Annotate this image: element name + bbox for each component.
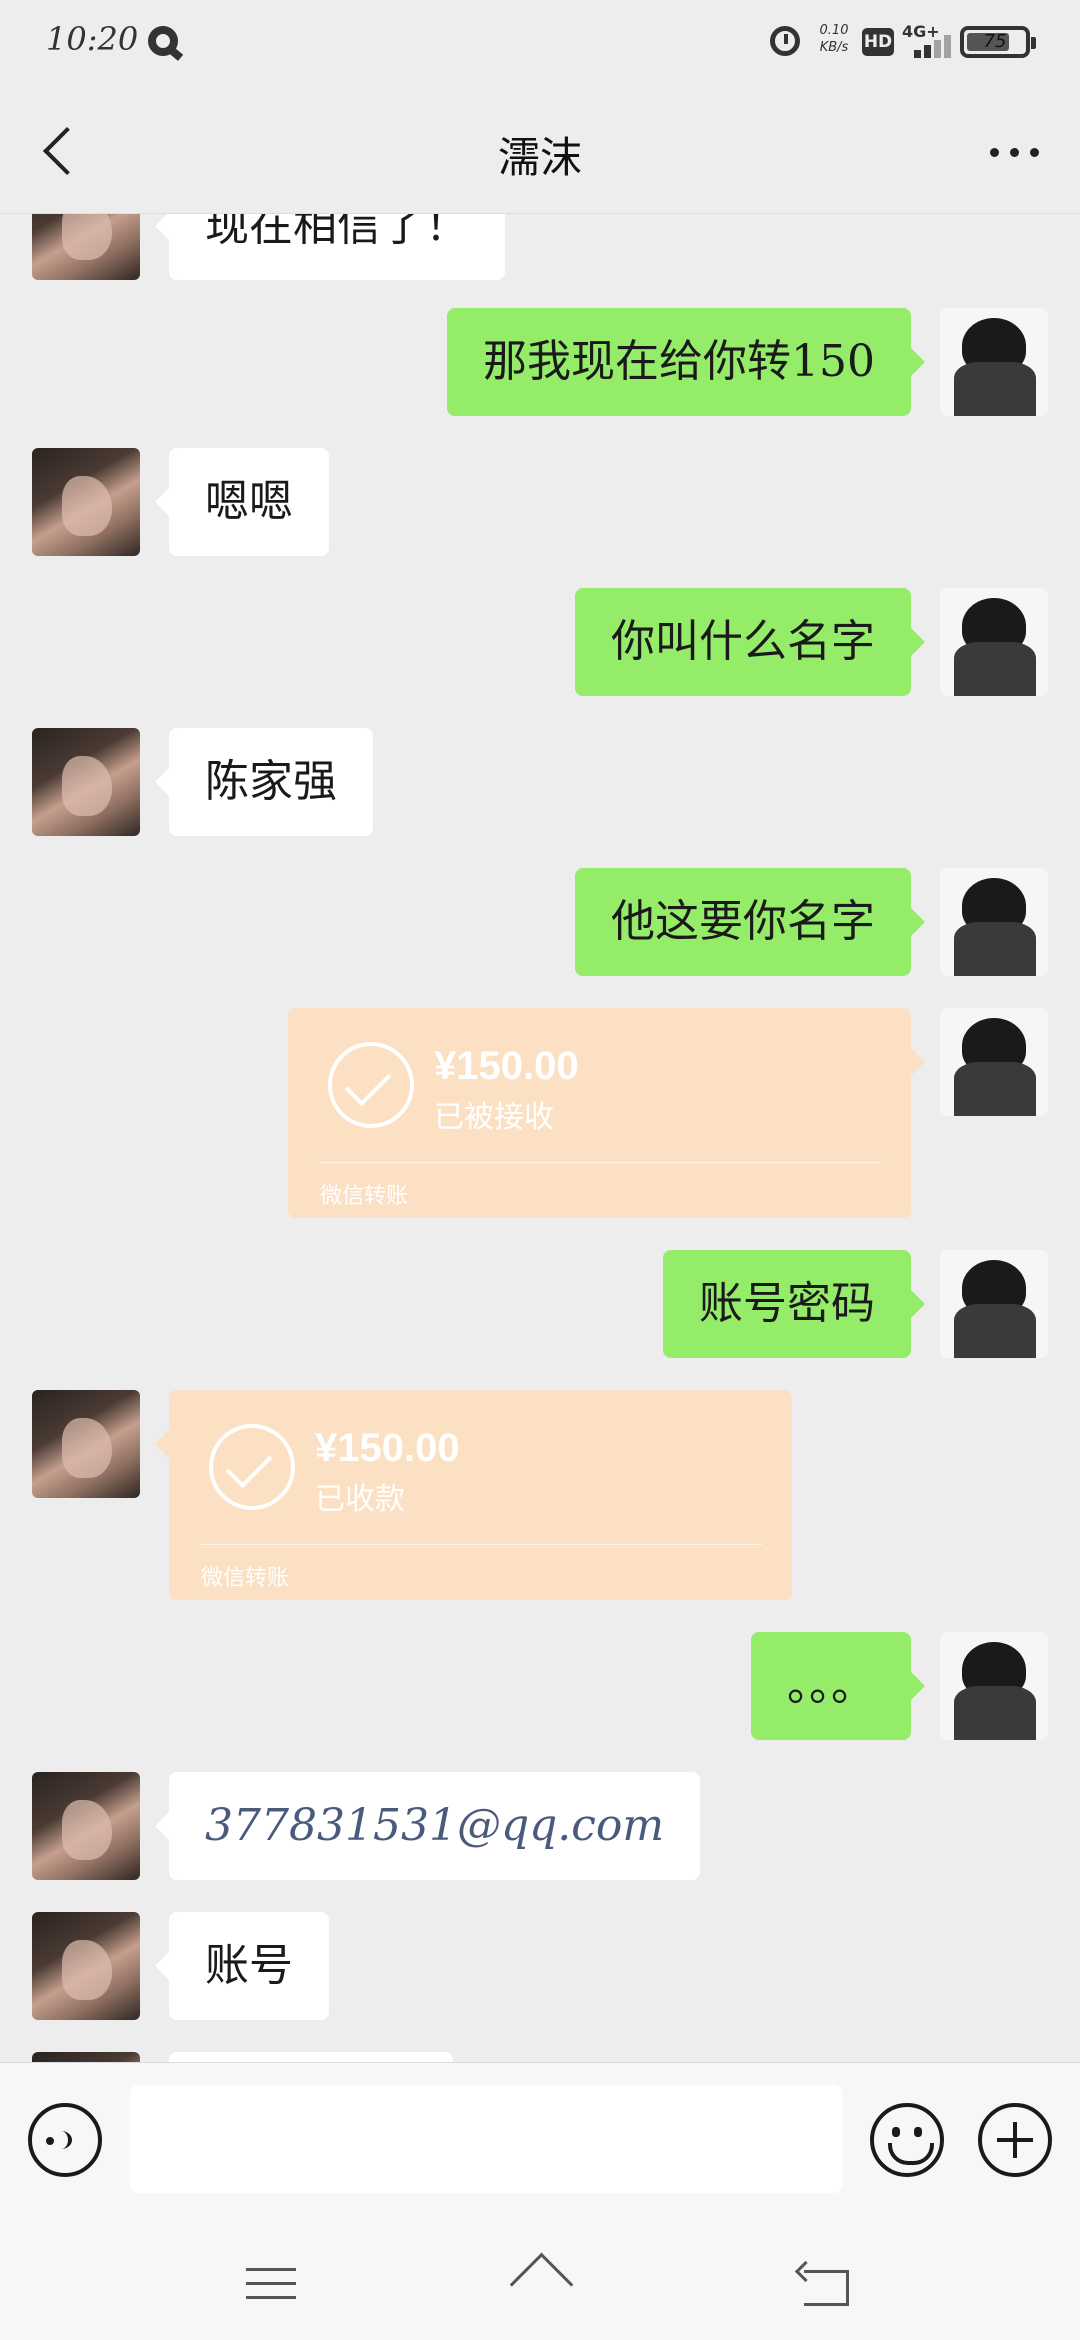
battery-icon: 75 bbox=[960, 26, 1036, 58]
status-bar: 10:20 0.10 KB/s HD 4G+ 75 bbox=[0, 0, 1080, 84]
hd-icon: HD bbox=[862, 28, 894, 56]
q-app-icon bbox=[148, 26, 178, 56]
system-navigation bbox=[0, 2216, 1080, 2340]
message-bubble[interactable]: 陈家强 bbox=[155, 728, 373, 836]
check-icon bbox=[328, 1042, 414, 1128]
message-bubble[interactable]: 377831531@qq.com bbox=[154, 1772, 701, 1880]
chat-header: 濡沫 bbox=[0, 84, 1080, 214]
my-avatar[interactable] bbox=[940, 868, 1048, 976]
net-speed-unit: KB/s bbox=[819, 40, 849, 55]
my-avatar[interactable] bbox=[940, 1008, 1048, 1116]
contact-avatar[interactable] bbox=[32, 1912, 140, 2020]
transfer-label: 微信转账 bbox=[320, 1184, 409, 1209]
message-list[interactable]: 现在相信了！ 那我现在给你转150 嗯嗯 你叫什么名字 陈家强 他这要你名字 ¥… bbox=[0, 214, 1080, 2062]
check-icon bbox=[209, 1424, 295, 1510]
voice-icon[interactable] bbox=[28, 2103, 102, 2177]
back-icon[interactable] bbox=[798, 2264, 850, 2306]
message-bubble[interactable]: 账号密码 bbox=[663, 1250, 925, 1358]
alarm-icon bbox=[770, 26, 800, 56]
network-type: 4G+ bbox=[902, 22, 940, 41]
contact-avatar[interactable] bbox=[32, 448, 140, 556]
message-bubble[interactable]: 那我现在给你转150 bbox=[447, 308, 925, 416]
more-icon[interactable] bbox=[980, 124, 1050, 174]
signal-icon: 4G+ bbox=[902, 22, 952, 62]
input-bar bbox=[0, 2062, 1080, 2216]
message-bubble[interactable]: 现在相信了！ bbox=[155, 214, 505, 280]
transfer-status: 已被接收 bbox=[434, 1100, 554, 1135]
divider bbox=[318, 1162, 881, 1163]
transfer-amount: ¥150.00 bbox=[315, 1426, 460, 1470]
transfer-status: 已收款 bbox=[315, 1482, 405, 1517]
net-speed-value: 0.10 bbox=[819, 23, 849, 38]
transfer-card[interactable]: ¥150.00 已被接收 微信转账 bbox=[288, 1008, 925, 1218]
transfer-label: 微信转账 bbox=[201, 1566, 290, 1591]
message-bubble[interactable]: 他这要你名字 bbox=[575, 868, 925, 976]
message-input[interactable] bbox=[130, 2085, 842, 2193]
my-avatar[interactable] bbox=[940, 588, 1048, 696]
contact-avatar[interactable] bbox=[32, 214, 140, 280]
emoji-icon[interactable] bbox=[870, 2103, 944, 2177]
transfer-amount: ¥150.00 bbox=[434, 1044, 579, 1088]
net-speed: 0.10 KB/s bbox=[814, 22, 854, 56]
home-icon[interactable] bbox=[506, 2256, 576, 2306]
message-bubble[interactable]: 你叫什么名字 bbox=[575, 588, 925, 696]
message-bubble[interactable]: 嗯嗯 bbox=[155, 448, 329, 556]
contact-avatar[interactable] bbox=[32, 1390, 140, 1498]
message-bubble[interactable]: 账号 bbox=[155, 1912, 329, 2020]
contact-avatar[interactable] bbox=[32, 728, 140, 836]
my-avatar[interactable] bbox=[940, 308, 1048, 416]
menu-icon[interactable] bbox=[246, 2266, 296, 2302]
my-avatar[interactable] bbox=[940, 1250, 1048, 1358]
contact-avatar[interactable] bbox=[32, 1772, 140, 1880]
status-time: 10:20 bbox=[46, 20, 139, 58]
contact-avatar[interactable] bbox=[32, 2052, 140, 2062]
message-bubble[interactable]: 。。。 bbox=[751, 1632, 925, 1740]
my-avatar[interactable] bbox=[940, 1632, 1048, 1740]
plus-icon[interactable] bbox=[978, 2103, 1052, 2177]
divider bbox=[199, 1544, 762, 1545]
battery-level: 75 bbox=[983, 31, 1007, 52]
message-bubble[interactable] bbox=[169, 2052, 453, 2062]
transfer-card[interactable]: ¥150.00 已收款 微信转账 bbox=[155, 1390, 792, 1600]
chat-title: 濡沫 bbox=[497, 133, 582, 182]
